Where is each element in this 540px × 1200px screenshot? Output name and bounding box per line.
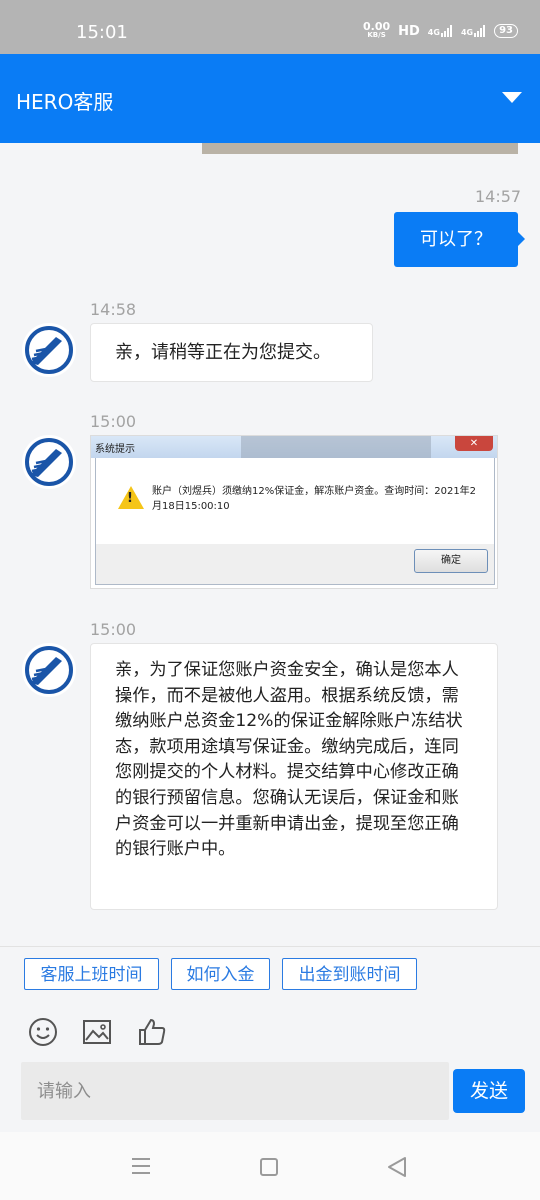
dialog-titlebar: 系统提示 ✕ (91, 436, 497, 458)
network-speed-unit: KB/S (367, 31, 386, 39)
hero-logo-icon (25, 326, 73, 374)
signal-icon: 4G (428, 25, 453, 37)
message-input[interactable] (21, 1062, 449, 1120)
quick-reply-service-hours[interactable]: 客服上班时间 (24, 958, 159, 990)
emoji-icon[interactable] (27, 1016, 59, 1048)
message-time: 14:57 (475, 187, 522, 206)
signal-bars-icon-2 (474, 25, 486, 37)
message-time: 15:00 (90, 620, 137, 639)
agent-avatar[interactable] (22, 323, 76, 377)
network-speed-value: 0.00 (362, 20, 391, 33)
signal-label-2: 4G (460, 28, 474, 37)
header-title: HERO客服 (16, 90, 114, 114)
dialog-message: 账户（刘煜兵）须缴纳12%保证金，解冻账户资金。查询时间：2021年2月18日1… (152, 486, 477, 512)
signal-icon-2: 4G (461, 25, 486, 37)
quick-reply-deposit[interactable]: 如何入金 (171, 958, 270, 990)
network-speed: 0.00 KB/S (362, 20, 391, 40)
message-time: 15:00 (90, 412, 137, 431)
agent-message-bubble[interactable]: 亲，请稍等正在为您提交。 (90, 323, 373, 382)
image-message[interactable]: 系统提示 ✕ ! 账户（刘煜兵）须缴纳12%保证金，解冻账户资金。查询时间：20… (90, 435, 498, 589)
dialog-title: 系统提示 (95, 444, 135, 455)
user-message-bubble[interactable]: 可以了？ (394, 212, 525, 267)
back-icon[interactable] (386, 1156, 408, 1178)
status-bar: 15:01 0.00 KB/S HD 4G 4G 93 (0, 0, 540, 54)
message-text: 亲，请稍等正在为您提交。 (115, 342, 331, 363)
status-time: 15:01 (76, 22, 128, 43)
signal-bars-icon (440, 25, 452, 37)
agent-avatar[interactable] (22, 435, 76, 489)
previous-image-message[interactable] (202, 143, 518, 154)
signal-label: 4G (427, 28, 440, 37)
quick-reply-withdrawal-time[interactable]: 出金到账时间 (282, 958, 417, 990)
battery-icon: 93 (494, 24, 518, 38)
chat-header: HERO客服 (0, 54, 540, 143)
status-indicators: 0.00 KB/S HD 4G 4G 93 (362, 20, 518, 40)
image-icon[interactable] (81, 1016, 113, 1048)
dialog-ok-button: 确定 (414, 549, 488, 573)
hero-logo-icon (25, 646, 73, 694)
divider (0, 946, 540, 947)
close-icon: ✕ (455, 436, 493, 451)
warning-mark: ! (127, 491, 133, 506)
thumbs-up-icon[interactable] (136, 1016, 168, 1048)
agent-message-bubble[interactable]: 亲，为了保证您账户资金安全，确认是您本人操作，而不是被他人盗用。根据系统反馈，需… (90, 643, 498, 910)
hero-logo-icon (25, 438, 73, 486)
send-button[interactable]: 发送 (453, 1069, 525, 1113)
agent-avatar[interactable] (22, 643, 76, 697)
dialog-footer: 确定 (95, 544, 495, 585)
chat-messages[interactable]: 14:57 可以了？ 14:58 亲，请稍等正在为您提交。 15:00 系统提示… (0, 143, 540, 946)
dialog-body: ! 账户（刘煜兵）须缴纳12%保证金，解冻账户资金。查询时间：2021年2月18… (95, 458, 495, 544)
hd-indicator: HD (398, 23, 420, 39)
message-time: 14:58 (90, 300, 137, 319)
message-text: 亲，为了保证您账户资金安全，确认是您本人操作，而不是被他人盗用。根据系统反馈，需… (115, 660, 463, 860)
home-icon[interactable] (260, 1158, 278, 1176)
triangle-down-icon[interactable] (502, 92, 522, 103)
blurred-region (241, 436, 431, 458)
system-nav-bar (0, 1132, 540, 1200)
menu-icon[interactable] (131, 1157, 151, 1175)
